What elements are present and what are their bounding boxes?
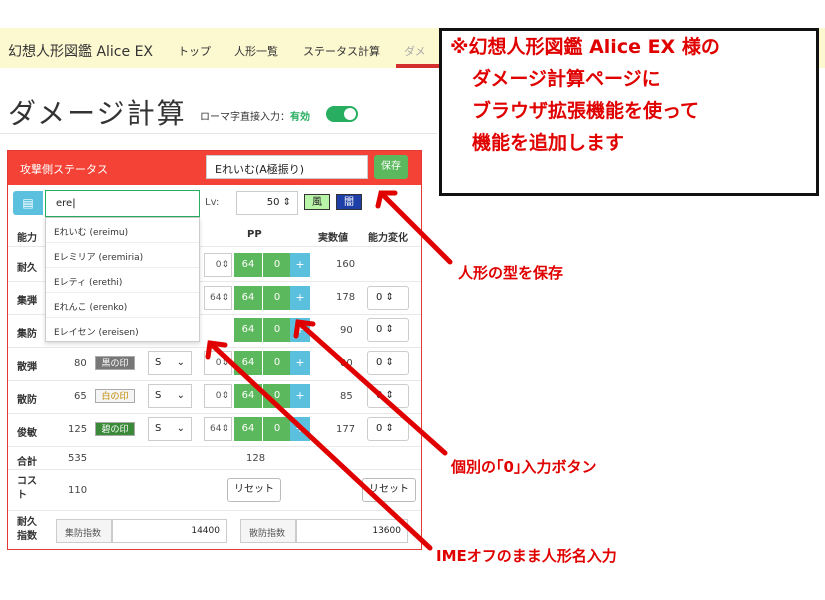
arrow-zero (295, 319, 448, 456)
arrow-save (378, 190, 453, 265)
annotation-ime: IMEオフのまま人形名入力 (436, 547, 617, 565)
annotation-save: 人形の型を保存 (458, 264, 564, 282)
annotation-zero: 個別の｢0｣入力ボタン (451, 458, 597, 476)
annotation-arrows (205, 190, 453, 551)
arrow-ime (207, 340, 433, 551)
